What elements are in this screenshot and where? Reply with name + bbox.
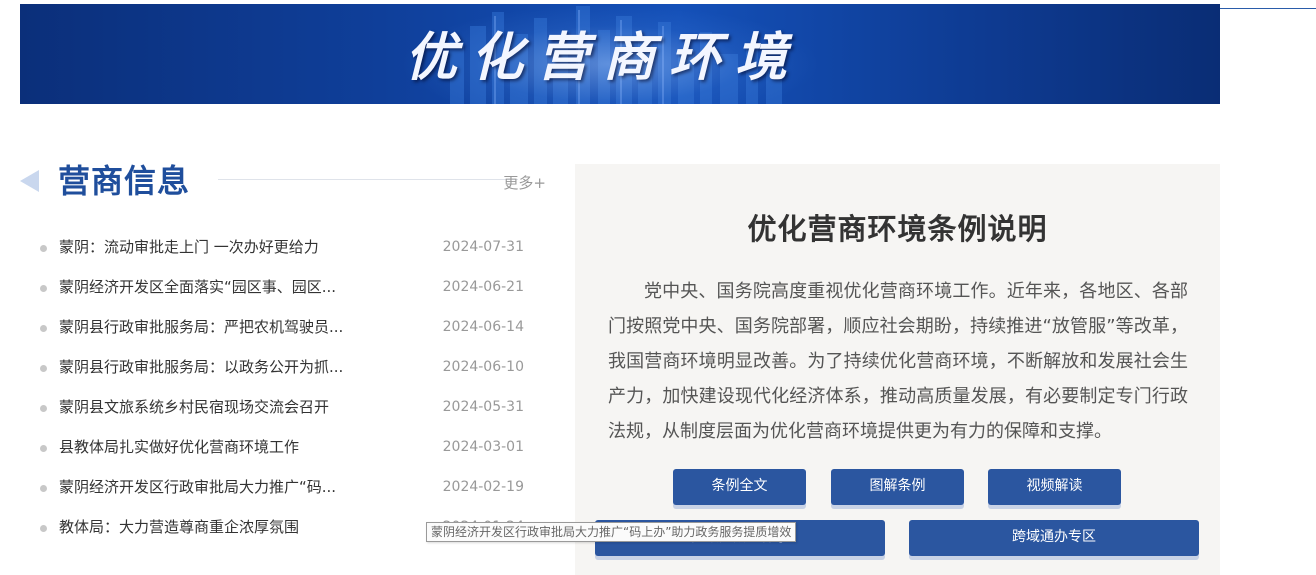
news-item-date: 2024-05-31 <box>442 399 524 415</box>
full-text-button[interactable]: 条例全文 <box>673 469 806 505</box>
news-item-title[interactable]: 蒙阴县行政审批服务局：以政务公开为抓... <box>59 347 369 387</box>
bullet-dot-icon <box>40 405 47 412</box>
panel-title: 优化营商环境条例说明 <box>747 212 1048 246</box>
news-item-title[interactable]: 蒙阴经济开发区全面落实“园区事、园区... <box>59 267 369 307</box>
news-item-date: 2024-06-14 <box>442 319 524 335</box>
panel-body-text: 党中央、国务院高度重视优化营商环境工作。近年来，各地区、各部门按照党中央、国务院… <box>608 281 1188 442</box>
bullet-dot-icon <box>40 445 47 452</box>
news-item-title[interactable]: 县教体局扎实做好优化营商环境工作 <box>59 427 369 467</box>
video-interpretation-button[interactable]: 视频解读 <box>988 469 1121 505</box>
bullet-dot-icon <box>40 525 47 532</box>
news-section-title: 营商信息 <box>58 162 191 200</box>
news-item[interactable]: 蒙阴经济开发区全面落实“园区事、园区... 2024-06-21 <box>40 267 530 307</box>
news-item-title[interactable]: 蒙阴经济开发区行政审批局大力推广“码... <box>59 467 369 507</box>
news-item-date: 2024-06-10 <box>442 359 524 375</box>
news-item-date: 2024-02-19 <box>442 479 524 495</box>
bullet-dot-icon <box>40 325 47 332</box>
news-item-date: 2024-07-31 <box>442 239 524 255</box>
news-item-date: 2024-03-01 <box>442 439 524 455</box>
banner: 优化营商环境 <box>20 4 1220 104</box>
news-item-title[interactable]: 教体局：大力营造尊商重企浓厚氛围 <box>59 507 369 547</box>
news-item[interactable]: 蒙阴县行政审批服务局：以政务公开为抓... 2024-06-10 <box>40 347 530 387</box>
cross-region-button[interactable]: 跨域通办专区 <box>909 520 1199 556</box>
section-divider <box>218 179 518 180</box>
news-item-title[interactable]: 蒙阴：流动审批走上门 一次办好更给力 <box>59 227 369 267</box>
news-section-header: 营商信息 更多+ <box>18 160 548 202</box>
illustrated-button[interactable]: 图解条例 <box>831 469 964 505</box>
bullet-dot-icon <box>40 485 47 492</box>
banner-title: 优化营商环境 <box>405 27 802 88</box>
more-link[interactable]: 更多+ <box>503 172 546 193</box>
news-tooltip: 蒙阴经济开发区行政审批局大力推广“码上办”助力政务服务提质增效 <box>426 522 797 542</box>
bullet-dot-icon <box>40 365 47 372</box>
news-item[interactable]: 县教体局扎实做好优化营商环境工作 2024-03-01 <box>40 427 530 467</box>
news-item-title[interactable]: 蒙阴县行政审批服务局：严把农机驾驶员... <box>59 307 369 347</box>
news-item-title[interactable]: 蒙阴县文旅系统乡村民宿现场交流会召开 <box>59 387 369 427</box>
triangle-left-icon <box>20 170 39 192</box>
news-item-date: 2024-06-21 <box>442 279 524 295</box>
bullet-dot-icon <box>40 285 47 292</box>
news-item[interactable]: 蒙阴经济开发区行政审批局大力推广“码... 2024-02-19 <box>40 467 530 507</box>
news-list: 蒙阴：流动审批走上门 一次办好更给力 2024-07-31 蒙阴经济开发区全面落… <box>40 227 530 547</box>
bullet-dot-icon <box>40 245 47 252</box>
news-item[interactable]: 蒙阴县文旅系统乡村民宿现场交流会召开 2024-05-31 <box>40 387 530 427</box>
regulation-panel: 优化营商环境条例说明 党中央、国务院高度重视优化营商环境工作。近年来，各地区、各… <box>575 164 1220 575</box>
top-divider <box>1220 8 1316 9</box>
news-item[interactable]: 蒙阴：流动审批走上门 一次办好更给力 2024-07-31 <box>40 227 530 267</box>
news-item[interactable]: 蒙阴县行政审批服务局：严把农机驾驶员... 2024-06-14 <box>40 307 530 347</box>
